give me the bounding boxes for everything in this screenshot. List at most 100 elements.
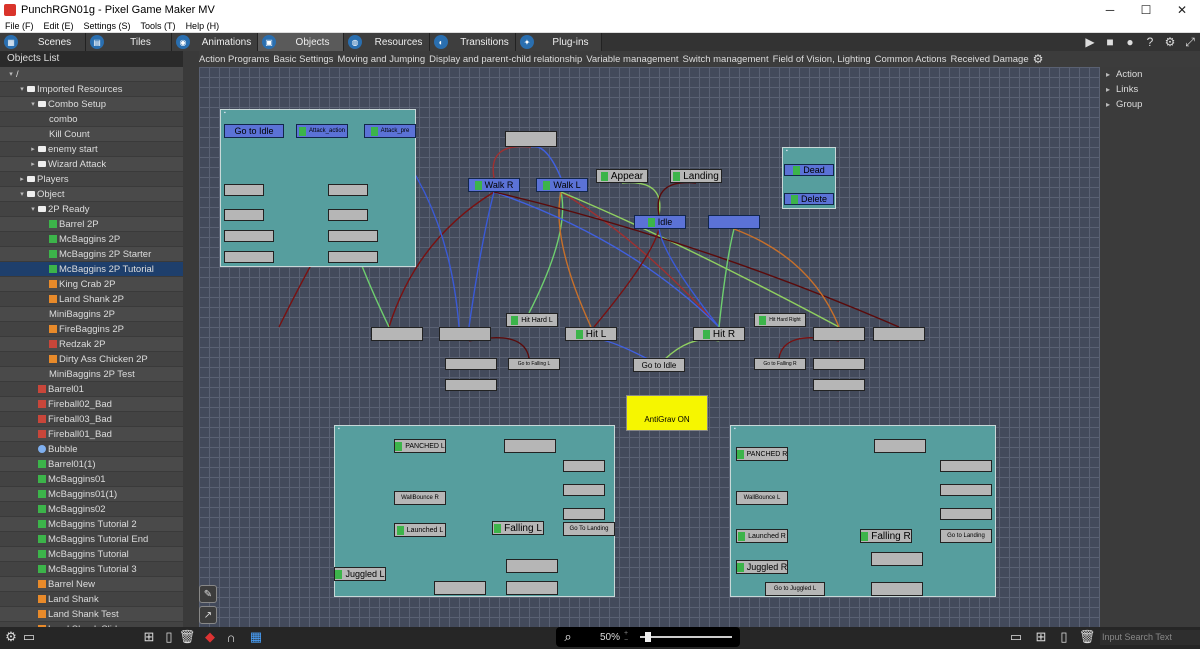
- node-gray[interactable]: [439, 327, 491, 341]
- tree-item[interactable]: ▾ Combo Setup: [0, 97, 183, 112]
- node-gray[interactable]: [940, 508, 992, 520]
- tree-item[interactable]: FireBaggins 2P: [0, 322, 183, 337]
- zoom-slider-knob[interactable]: [644, 632, 651, 642]
- node-hit-hard-right[interactable]: Hit Hard Right: [754, 313, 806, 327]
- link-line[interactable]: [560, 191, 720, 328]
- node-gray[interactable]: [224, 230, 274, 242]
- rubber-icon[interactable]: ◆: [201, 629, 219, 645]
- menu-edit[interactable]: Edit (E): [44, 21, 74, 31]
- node-gray[interactable]: [328, 184, 368, 196]
- link-line[interactable]: [621, 181, 661, 216]
- chevron-down-icon[interactable]: ▾: [28, 100, 38, 108]
- node-go-to-falling-r[interactable]: Go to Falling R: [754, 358, 806, 370]
- chevron-right-icon[interactable]: ▸: [28, 145, 38, 153]
- ptab-moving-jumping[interactable]: Moving and Jumping: [337, 54, 425, 65]
- action-program-canvas[interactable]: ▪ ▪ ▪ ▪ Go to Idle Attack_action Attack_…: [199, 67, 1100, 627]
- tree-item[interactable]: McBaggins 2P Tutorial: [0, 262, 183, 277]
- node-launched-l[interactable]: Launched L: [394, 523, 446, 537]
- panel-item-group[interactable]: ▸ Group: [1100, 97, 1200, 112]
- tree-item[interactable]: Land Shank 2P: [0, 292, 183, 307]
- help-icon[interactable]: ?: [1140, 35, 1160, 49]
- node-go-to-juggled-l[interactable]: Go to Juggled L: [765, 582, 825, 596]
- tree-item[interactable]: McBaggins 2P Starter: [0, 247, 183, 262]
- node-go-to-landing-l[interactable]: Go To Landing: [563, 522, 615, 536]
- menu-tools[interactable]: Tools (T): [141, 21, 176, 31]
- node-go-to-idle-2[interactable]: Go to Idle: [633, 358, 685, 372]
- node-dead[interactable]: Dead: [784, 164, 834, 176]
- tree-item[interactable]: ▸ Wizard Attack: [0, 157, 183, 172]
- panel-item-links[interactable]: ▸ Links: [1100, 82, 1200, 97]
- tab-transitions[interactable]: ◐ Transitions: [430, 33, 516, 51]
- tree-item[interactable]: McBaggins01: [0, 472, 183, 487]
- sidebar-splitter[interactable]: [183, 51, 199, 627]
- ptab-common-actions[interactable]: Common Actions: [875, 54, 947, 65]
- stop-icon[interactable]: ■: [1100, 35, 1120, 49]
- node-wallbounce-r[interactable]: WallBounce R: [394, 491, 446, 505]
- play-icon[interactable]: ▶: [1080, 35, 1100, 49]
- node-idle[interactable]: Idle: [634, 215, 686, 229]
- add-item-icon[interactable]: ▯: [1055, 629, 1073, 645]
- ptab-field-of-vision[interactable]: Field of Vision, Lighting: [773, 54, 871, 65]
- node-gray[interactable]: [940, 484, 992, 496]
- menu-file[interactable]: File (F): [5, 21, 34, 31]
- node-falling-r[interactable]: Falling R: [860, 529, 912, 543]
- chevron-down-icon[interactable]: ▾: [6, 70, 16, 78]
- panel-icon[interactable]: ▭: [1007, 629, 1025, 645]
- menu-settings[interactable]: Settings (S): [84, 21, 131, 31]
- tree-item[interactable]: Redzak 2P: [0, 337, 183, 352]
- node-landing[interactable]: Landing: [670, 169, 722, 183]
- node-hit-hard-l[interactable]: Hit Hard L: [506, 313, 558, 327]
- tree-item[interactable]: Barrel New: [0, 577, 183, 592]
- view-icon[interactable]: ▭: [20, 629, 38, 645]
- node-gray[interactable]: [874, 439, 926, 453]
- delete-icon[interactable]: 🗑: [1078, 629, 1096, 645]
- minimize-button[interactable]: ─: [1092, 0, 1128, 19]
- grid-icon[interactable]: ▦: [247, 629, 265, 645]
- tree-item[interactable]: Fireball03_Bad: [0, 412, 183, 427]
- tree-item[interactable]: ▸ Players: [0, 172, 183, 187]
- tree-item[interactable]: ▸ enemy start: [0, 142, 183, 157]
- tree-item[interactable]: Fireball02_Bad: [0, 397, 183, 412]
- node-delete[interactable]: Delete: [784, 193, 834, 205]
- magnet-icon[interactable]: ∩: [222, 629, 240, 645]
- node-gray[interactable]: [506, 559, 558, 573]
- node-gray[interactable]: [813, 379, 865, 391]
- tree-item[interactable]: McBaggins 2P: [0, 232, 183, 247]
- tree-item[interactable]: ▾ Imported Resources: [0, 82, 183, 97]
- tree-item[interactable]: MiniBaggins 2P Test: [0, 367, 183, 382]
- record-icon[interactable]: ●: [1120, 35, 1140, 49]
- node-punched-l[interactable]: PANCHED L: [394, 439, 446, 453]
- tab-plugins[interactable]: ✦ Plug-ins: [516, 33, 602, 51]
- tab-objects[interactable]: ▣ Objects: [258, 33, 344, 51]
- node-gray[interactable]: [328, 209, 368, 221]
- node-walk-r[interactable]: Walk R: [468, 178, 520, 192]
- zoom-slider[interactable]: [640, 632, 732, 642]
- tree-item[interactable]: Land Shank Test: [0, 607, 183, 622]
- node-walk-l[interactable]: Walk L: [536, 178, 588, 192]
- chevron-right-icon[interactable]: ▸: [28, 160, 38, 168]
- delete-icon[interactable]: 🗑: [178, 629, 196, 645]
- node-gray[interactable]: [871, 552, 923, 566]
- node-unlabeled[interactable]: [708, 215, 760, 229]
- tree-item[interactable]: Barrel01: [0, 382, 183, 397]
- node-gray[interactable]: [434, 581, 486, 595]
- gear-icon[interactable]: ⚙: [1033, 52, 1044, 66]
- tree-item[interactable]: Dirty Ass Chicken 2P: [0, 352, 183, 367]
- tree-item[interactable]: McBaggins Tutorial End: [0, 532, 183, 547]
- tree-item[interactable]: McBaggins Tutorial 3: [0, 562, 183, 577]
- node-attack-pre[interactable]: Attack_pre: [364, 124, 416, 138]
- node-gray[interactable]: [506, 581, 558, 595]
- chevron-down-icon[interactable]: ▾: [17, 190, 27, 198]
- chevron-right-icon[interactable]: ▸: [17, 175, 27, 183]
- node-juggled-l[interactable]: Juggled L: [334, 567, 386, 581]
- tree-item[interactable]: Fireball01_Bad: [0, 427, 183, 442]
- tree-item[interactable]: ▾ /: [0, 67, 183, 82]
- node-gray[interactable]: [940, 460, 992, 472]
- ptab-basic-settings[interactable]: Basic Settings: [273, 54, 333, 65]
- link-tool-icon[interactable]: ✎: [199, 585, 217, 603]
- close-button[interactable]: ✕: [1164, 0, 1200, 19]
- link-line[interactable]: [528, 191, 564, 314]
- ptab-variable-management[interactable]: Variable management: [586, 54, 678, 65]
- ptab-switch-management[interactable]: Switch management: [683, 54, 769, 65]
- menu-help[interactable]: Help (H): [186, 21, 220, 31]
